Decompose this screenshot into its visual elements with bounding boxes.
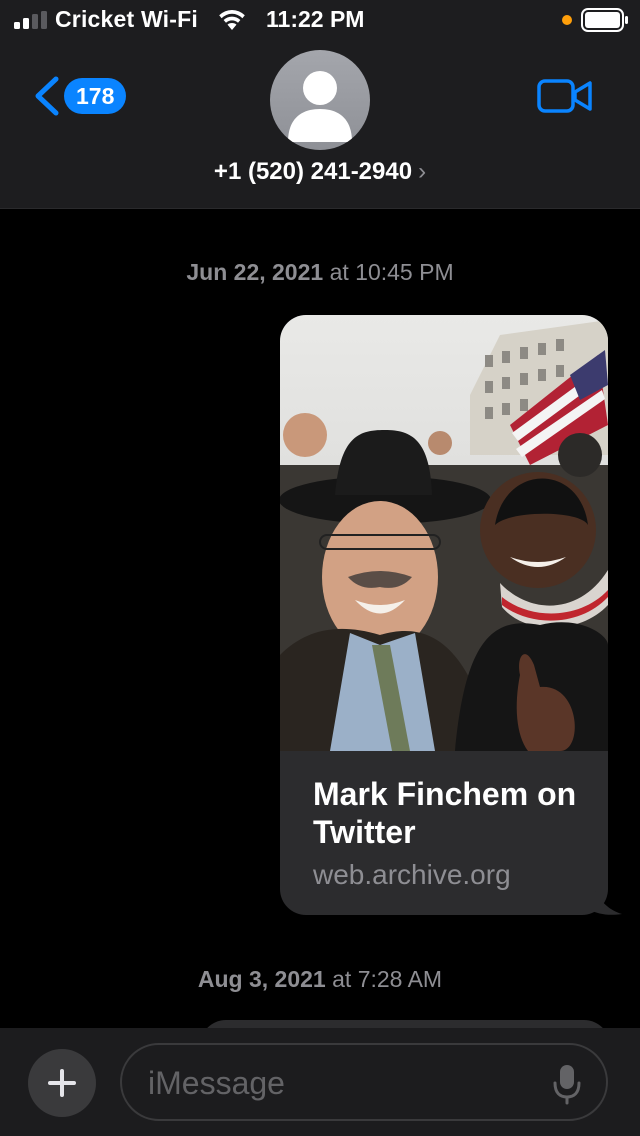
microphone-icon[interactable] [552, 1063, 582, 1105]
link-preview-bubble[interactable]: Mark Finchem on Twitter web.archive.org [280, 315, 608, 915]
apps-button[interactable] [28, 1049, 96, 1117]
back-button[interactable]: 178 [32, 74, 132, 118]
message-input[interactable]: iMessage [120, 1043, 608, 1121]
bubble-tail [590, 880, 622, 915]
video-camera-icon[interactable] [537, 78, 593, 114]
contact-name: +1 (520) 241-2940 [213, 158, 413, 185]
plus-icon [48, 1069, 76, 1097]
message-timestamp: Aug 3, 2021 at 7:28 AM [197, 966, 443, 992]
cellular-signal-icon [14, 11, 47, 29]
conversation-header: Cricket Wi-Fi 11:22 PM 178 +1 (520) 241-… [0, 0, 640, 209]
message-input-placeholder: iMessage [148, 1065, 285, 1101]
contact-avatar[interactable] [270, 50, 370, 150]
carrier-name: Cricket Wi-Fi [55, 6, 198, 32]
chevron-right-icon: › [418, 158, 427, 185]
chevron-left-icon [35, 76, 59, 116]
unread-count-badge: 178 [64, 78, 127, 114]
message-input-bar: iMessage [0, 1028, 640, 1136]
wifi-icon [219, 9, 245, 30]
message-timestamp: Jun 22, 2021 at 10:45 PM [186, 259, 454, 285]
battery-icon [581, 8, 628, 32]
status-bar: Cricket Wi-Fi 11:22 PM [0, 0, 640, 40]
person-icon [288, 71, 352, 142]
privacy-indicator-dot [562, 15, 572, 25]
link-domain: web.archive.org [313, 859, 511, 890]
contact-name-button[interactable]: +1 (520) 241-2940 › [0, 158, 640, 186]
link-preview-image [280, 315, 608, 751]
link-title: Mark Finchem on Twitter [313, 776, 577, 850]
status-time: 11:22 PM [266, 6, 365, 32]
